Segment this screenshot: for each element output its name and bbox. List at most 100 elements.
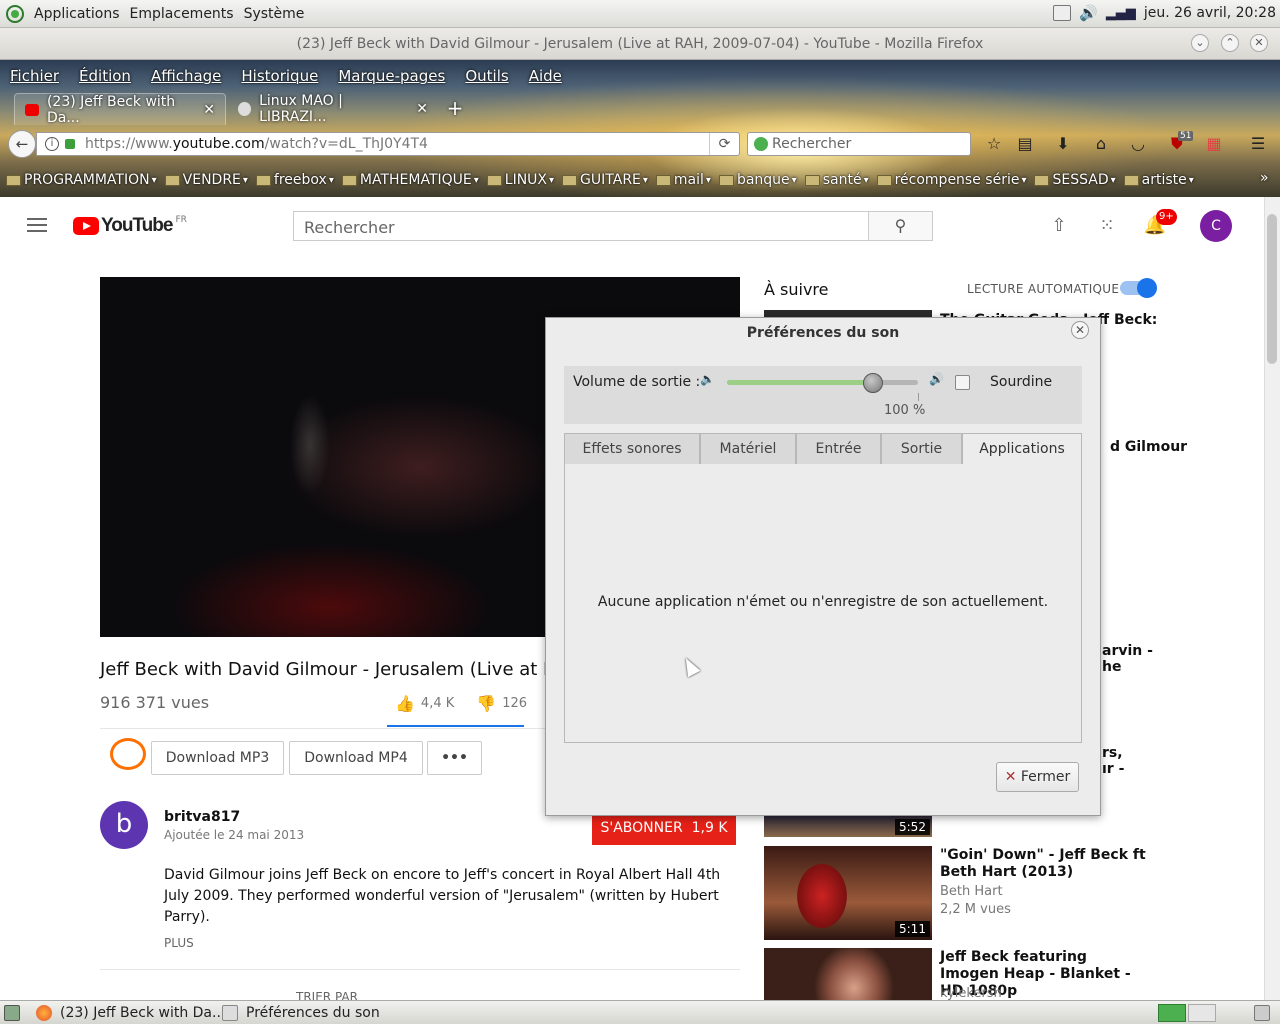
url-text[interactable]: https://www.youtube.com/watch?v=dL_ThJ0Y… <box>85 136 428 152</box>
youtube-logo[interactable]: YouTube FR <box>73 215 187 237</box>
url-bar[interactable]: i https://www.youtube.com/watch?v=dL_ThJ… <box>36 132 740 156</box>
download-mp3-button[interactable]: Download MP3 <box>151 741 284 775</box>
sidebar-video-title[interactable]: rs, <box>1102 745 1123 762</box>
search-engine-icon[interactable] <box>754 137 768 151</box>
downloads-icon[interactable]: ⬇ <box>1052 133 1074 155</box>
menu-marque-pages[interactable]: Marque-pages <box>338 67 445 85</box>
youtube-search-input[interactable]: Rechercher <box>293 211 869 241</box>
reload-icon[interactable]: ⟳ <box>709 133 739 155</box>
scrollbar-thumb[interactable] <box>1267 214 1277 364</box>
sidebar-video-title[interactable]: he <box>1102 659 1121 676</box>
trash-icon[interactable] <box>1254 1003 1278 1023</box>
pocket-icon[interactable]: ◡ <box>1127 133 1149 155</box>
bookmark-mathematique[interactable]: MATHEMATIQUE ▾ <box>341 172 479 188</box>
taskbar-item-sound-preferences[interactable]: Préférences du son <box>222 1003 380 1023</box>
minimize-icon[interactable]: ⌄ <box>1191 34 1209 52</box>
sidebar-video-title[interactable]: arvin - <box>1102 643 1153 660</box>
extension-icon[interactable]: ▦ <box>1203 133 1225 155</box>
tux-favicon-icon <box>238 102 252 116</box>
bookmark-sessad[interactable]: SESSAD ▾ <box>1034 172 1116 188</box>
show-desktop-icon[interactable] <box>4 1003 28 1023</box>
hamburger-menu-icon[interactable]: ☰ <box>1247 133 1269 155</box>
bookmarks-overflow-button[interactable]: » <box>1260 170 1269 186</box>
taskbar-item-firefox[interactable]: (23) Jeff Beck with Da... <box>36 1003 225 1023</box>
divider <box>100 969 740 970</box>
bookmark-mail[interactable]: mail ▾ <box>655 172 711 188</box>
menu-applications[interactable]: Applications <box>34 6 120 22</box>
menu-outils[interactable]: Outils <box>465 67 508 85</box>
window-titlebar: (23) Jeff Beck with David Gilmour - Jeru… <box>0 28 1280 60</box>
menu-system[interactable]: Système <box>244 6 305 22</box>
bookmark-star-icon[interactable]: ☆ <box>983 133 1005 155</box>
menu-aide[interactable]: Aide <box>529 67 562 85</box>
channel-name[interactable]: britva817 <box>164 809 240 825</box>
browser-search-bar[interactable]: Rechercher <box>747 132 971 156</box>
folder-icon <box>655 174 671 186</box>
download-mp4-button[interactable]: Download MP4 <box>289 741 423 775</box>
site-info-icon[interactable]: i <box>45 137 59 151</box>
menu-historique[interactable]: Historique <box>241 67 318 85</box>
sidebar-video-title[interactable]: ır - <box>1102 761 1124 778</box>
tab-entree[interactable]: Entrée <box>796 433 881 465</box>
mute-checkbox[interactable] <box>955 375 970 390</box>
clock[interactable]: jeu. 26 avril, 20:28 <box>1144 5 1276 21</box>
tab-applications[interactable]: Applications <box>962 433 1082 465</box>
bookmark-artiste[interactable]: artiste ▾ <box>1123 172 1194 188</box>
new-tab-button[interactable]: + <box>444 96 466 122</box>
close-button[interactable]: ✕ Fermer <box>996 762 1079 792</box>
video-thumbnail[interactable] <box>764 948 932 1000</box>
distro-logo-icon[interactable] <box>6 4 24 23</box>
bookmark-freebox[interactable]: freebox ▾ <box>255 172 334 188</box>
autoplay-label: LECTURE AUTOMATIQUE <box>967 282 1120 296</box>
more-actions-button[interactable]: ••• <box>427 741 482 775</box>
tab-youtube[interactable]: (23) Jeff Beck with Da... ✕ <box>14 93 226 126</box>
bookmark-guitare[interactable]: GUITARE ▾ <box>562 172 648 188</box>
apps-grid-icon[interactable]: ⁙ <box>1095 214 1119 238</box>
folder-icon <box>164 174 180 186</box>
subscribe-button[interactable]: S'ABONNER 1,9 K <box>592 811 736 845</box>
tab-effets-sonores[interactable]: Effets sonores <box>564 433 700 465</box>
folder-icon <box>562 174 578 186</box>
bookmarks-list-icon[interactable]: ▤ <box>1014 133 1036 155</box>
network-icon[interactable] <box>1053 5 1072 21</box>
close-tab-icon[interactable]: ✕ <box>203 102 215 118</box>
bookmark-vendre[interactable]: VENDRE ▾ <box>164 172 248 188</box>
dialog-close-icon[interactable]: ✕ <box>1071 321 1089 339</box>
channel-avatar[interactable]: b <box>100 801 148 849</box>
tab-sortie[interactable]: Sortie <box>881 433 962 465</box>
guide-menu-icon[interactable] <box>27 218 47 234</box>
youtube-search-button[interactable]: ⚲ <box>868 211 933 241</box>
download-helper-icon[interactable] <box>110 738 146 770</box>
upload-icon[interactable]: ⇧ <box>1047 214 1071 238</box>
volume-percent: 100 % <box>884 403 926 418</box>
back-button[interactable]: ← <box>8 130 36 158</box>
menu-edition[interactable]: Édition <box>79 67 131 85</box>
bookmark-programmation[interactable]: PROGRAMMATION ▾ <box>6 172 157 188</box>
bookmark-banque[interactable]: banque ▾ <box>718 172 797 188</box>
signal-icon[interactable]: ▂▄▆ <box>1106 6 1136 21</box>
tab-linux-mao[interactable]: Linux MAO | LIBRAZI... ✕ <box>228 93 438 125</box>
autoplay-toggle-knob[interactable] <box>1137 278 1157 298</box>
menu-affichage[interactable]: Affichage <box>151 67 221 85</box>
menu-fichier[interactable]: Fichier <box>10 67 59 85</box>
thumbs-down-icon[interactable]: 👎 <box>476 694 496 713</box>
close-window-icon[interactable]: ✕ <box>1250 34 1268 52</box>
close-tab-icon[interactable]: ✕ <box>416 101 428 117</box>
bookmark-linux[interactable]: LINUX ▾ <box>486 172 554 188</box>
bookmark-sante[interactable]: santé ▾ <box>804 172 869 188</box>
sidebar-video-title[interactable]: "Goin' Down" - Jeff Beck ft Beth Hart (2… <box>940 847 1150 881</box>
volume-slider-knob[interactable] <box>863 373 883 393</box>
volume-icon[interactable]: 🔊 <box>1079 4 1098 22</box>
mute-label[interactable]: Sourdine <box>990 374 1052 390</box>
account-avatar[interactable]: C <box>1200 210 1232 242</box>
home-icon[interactable]: ⌂ <box>1090 133 1112 155</box>
maximize-icon[interactable]: ⌃ <box>1221 34 1239 52</box>
thumbs-up-icon[interactable]: 👍 <box>395 694 415 713</box>
show-more-link[interactable]: PLUS <box>164 936 194 950</box>
sidebar-video-title[interactable]: d Gilmour <box>1110 439 1187 456</box>
sidebar-channel: Beth Hart <box>940 884 1003 899</box>
tab-materiel[interactable]: Matériel <box>700 433 796 465</box>
menu-places[interactable]: Emplacements <box>130 6 234 22</box>
bookmark-recompense-serie[interactable]: récompense série ▾ <box>876 172 1026 188</box>
workspace-switcher[interactable] <box>1158 1003 1216 1023</box>
